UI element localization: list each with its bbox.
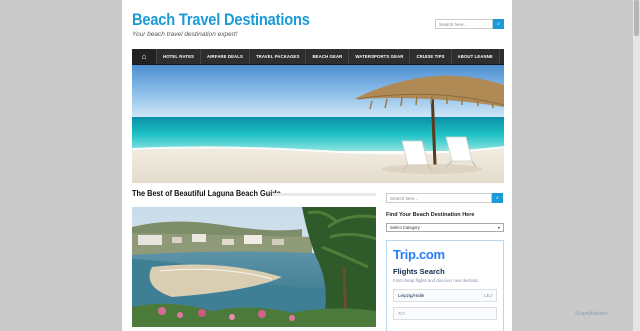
from-city-value: Leipzig/Halle bbox=[398, 293, 425, 298]
from-city-code: LEJ bbox=[484, 293, 492, 298]
scrollbar-track[interactable] bbox=[633, 0, 640, 331]
flights-search-subtitle: Find cheap flights and discover new dest… bbox=[393, 278, 482, 283]
post-title[interactable]: The Best of Beautiful Laguna Beach Guide bbox=[132, 189, 281, 198]
hero-banner-image bbox=[132, 65, 504, 183]
nav-item-beach-gear[interactable]: BEACH GEAR bbox=[305, 49, 348, 64]
chevron-down-icon: ▾ bbox=[497, 225, 500, 230]
home-icon: ⌂ bbox=[141, 52, 147, 61]
nav-item-cruise-tips[interactable]: CRUISE TIPS bbox=[409, 49, 450, 64]
nav-item-hotel-rates[interactable]: HOTEL RATES bbox=[156, 49, 200, 64]
post-featured-image[interactable] bbox=[132, 207, 376, 327]
scamadviser-watermark: ScamAdviser bbox=[575, 311, 608, 317]
sidebar-search-input[interactable]: Search here... bbox=[386, 193, 492, 203]
trip-logo[interactable]: Trip.com bbox=[393, 247, 445, 262]
site-title[interactable]: Beach Travel Destinations bbox=[132, 10, 310, 30]
main-nav: ⌂ HOTEL RATES AIRFARE DEALS TRAVEL PACKA… bbox=[132, 49, 512, 65]
nav-item-travel-packages[interactable]: TRAVEL PACKAGES bbox=[248, 49, 306, 64]
nav-home-button[interactable]: ⌂ bbox=[132, 49, 156, 64]
page-container: Beach Travel Destinations Your beach tra… bbox=[122, 0, 512, 331]
search-icon: ⌕ bbox=[497, 21, 500, 27]
nav-item-about-leanne[interactable]: ABOUT LEANNE bbox=[450, 49, 499, 64]
category-select-value: Select Category bbox=[390, 225, 420, 230]
search-icon: ⌕ bbox=[496, 195, 499, 201]
nav-item-watersports-gear[interactable]: WATERSPORTS GEAR bbox=[348, 49, 409, 64]
find-destination-heading: Find Your Beach Destination Here bbox=[386, 212, 475, 218]
title-divider bbox=[272, 193, 376, 196]
header-search-input[interactable]: Search here... bbox=[435, 19, 493, 29]
trip-flights-widget: Trip.com Flights Search Find cheap fligh… bbox=[386, 240, 504, 331]
site-tagline: Your beach travel destination expert! bbox=[132, 31, 238, 38]
nav-item-privacy-policy[interactable]: PRIVACY POLICY bbox=[498, 49, 512, 64]
category-select[interactable]: Select Category ▾ bbox=[386, 223, 504, 232]
to-city-field[interactable]: To? bbox=[393, 307, 497, 320]
sidebar-search-button[interactable]: ⌕ bbox=[492, 193, 503, 203]
flights-search-heading: Flights Search bbox=[393, 267, 445, 276]
from-city-field[interactable]: Leipzig/Halle LEJ bbox=[393, 289, 497, 302]
scrollbar-thumb[interactable] bbox=[634, 0, 639, 36]
header-search-button[interactable]: ⌕ bbox=[493, 19, 504, 29]
nav-item-airfare-deals[interactable]: AIRFARE DEALS bbox=[200, 49, 249, 64]
